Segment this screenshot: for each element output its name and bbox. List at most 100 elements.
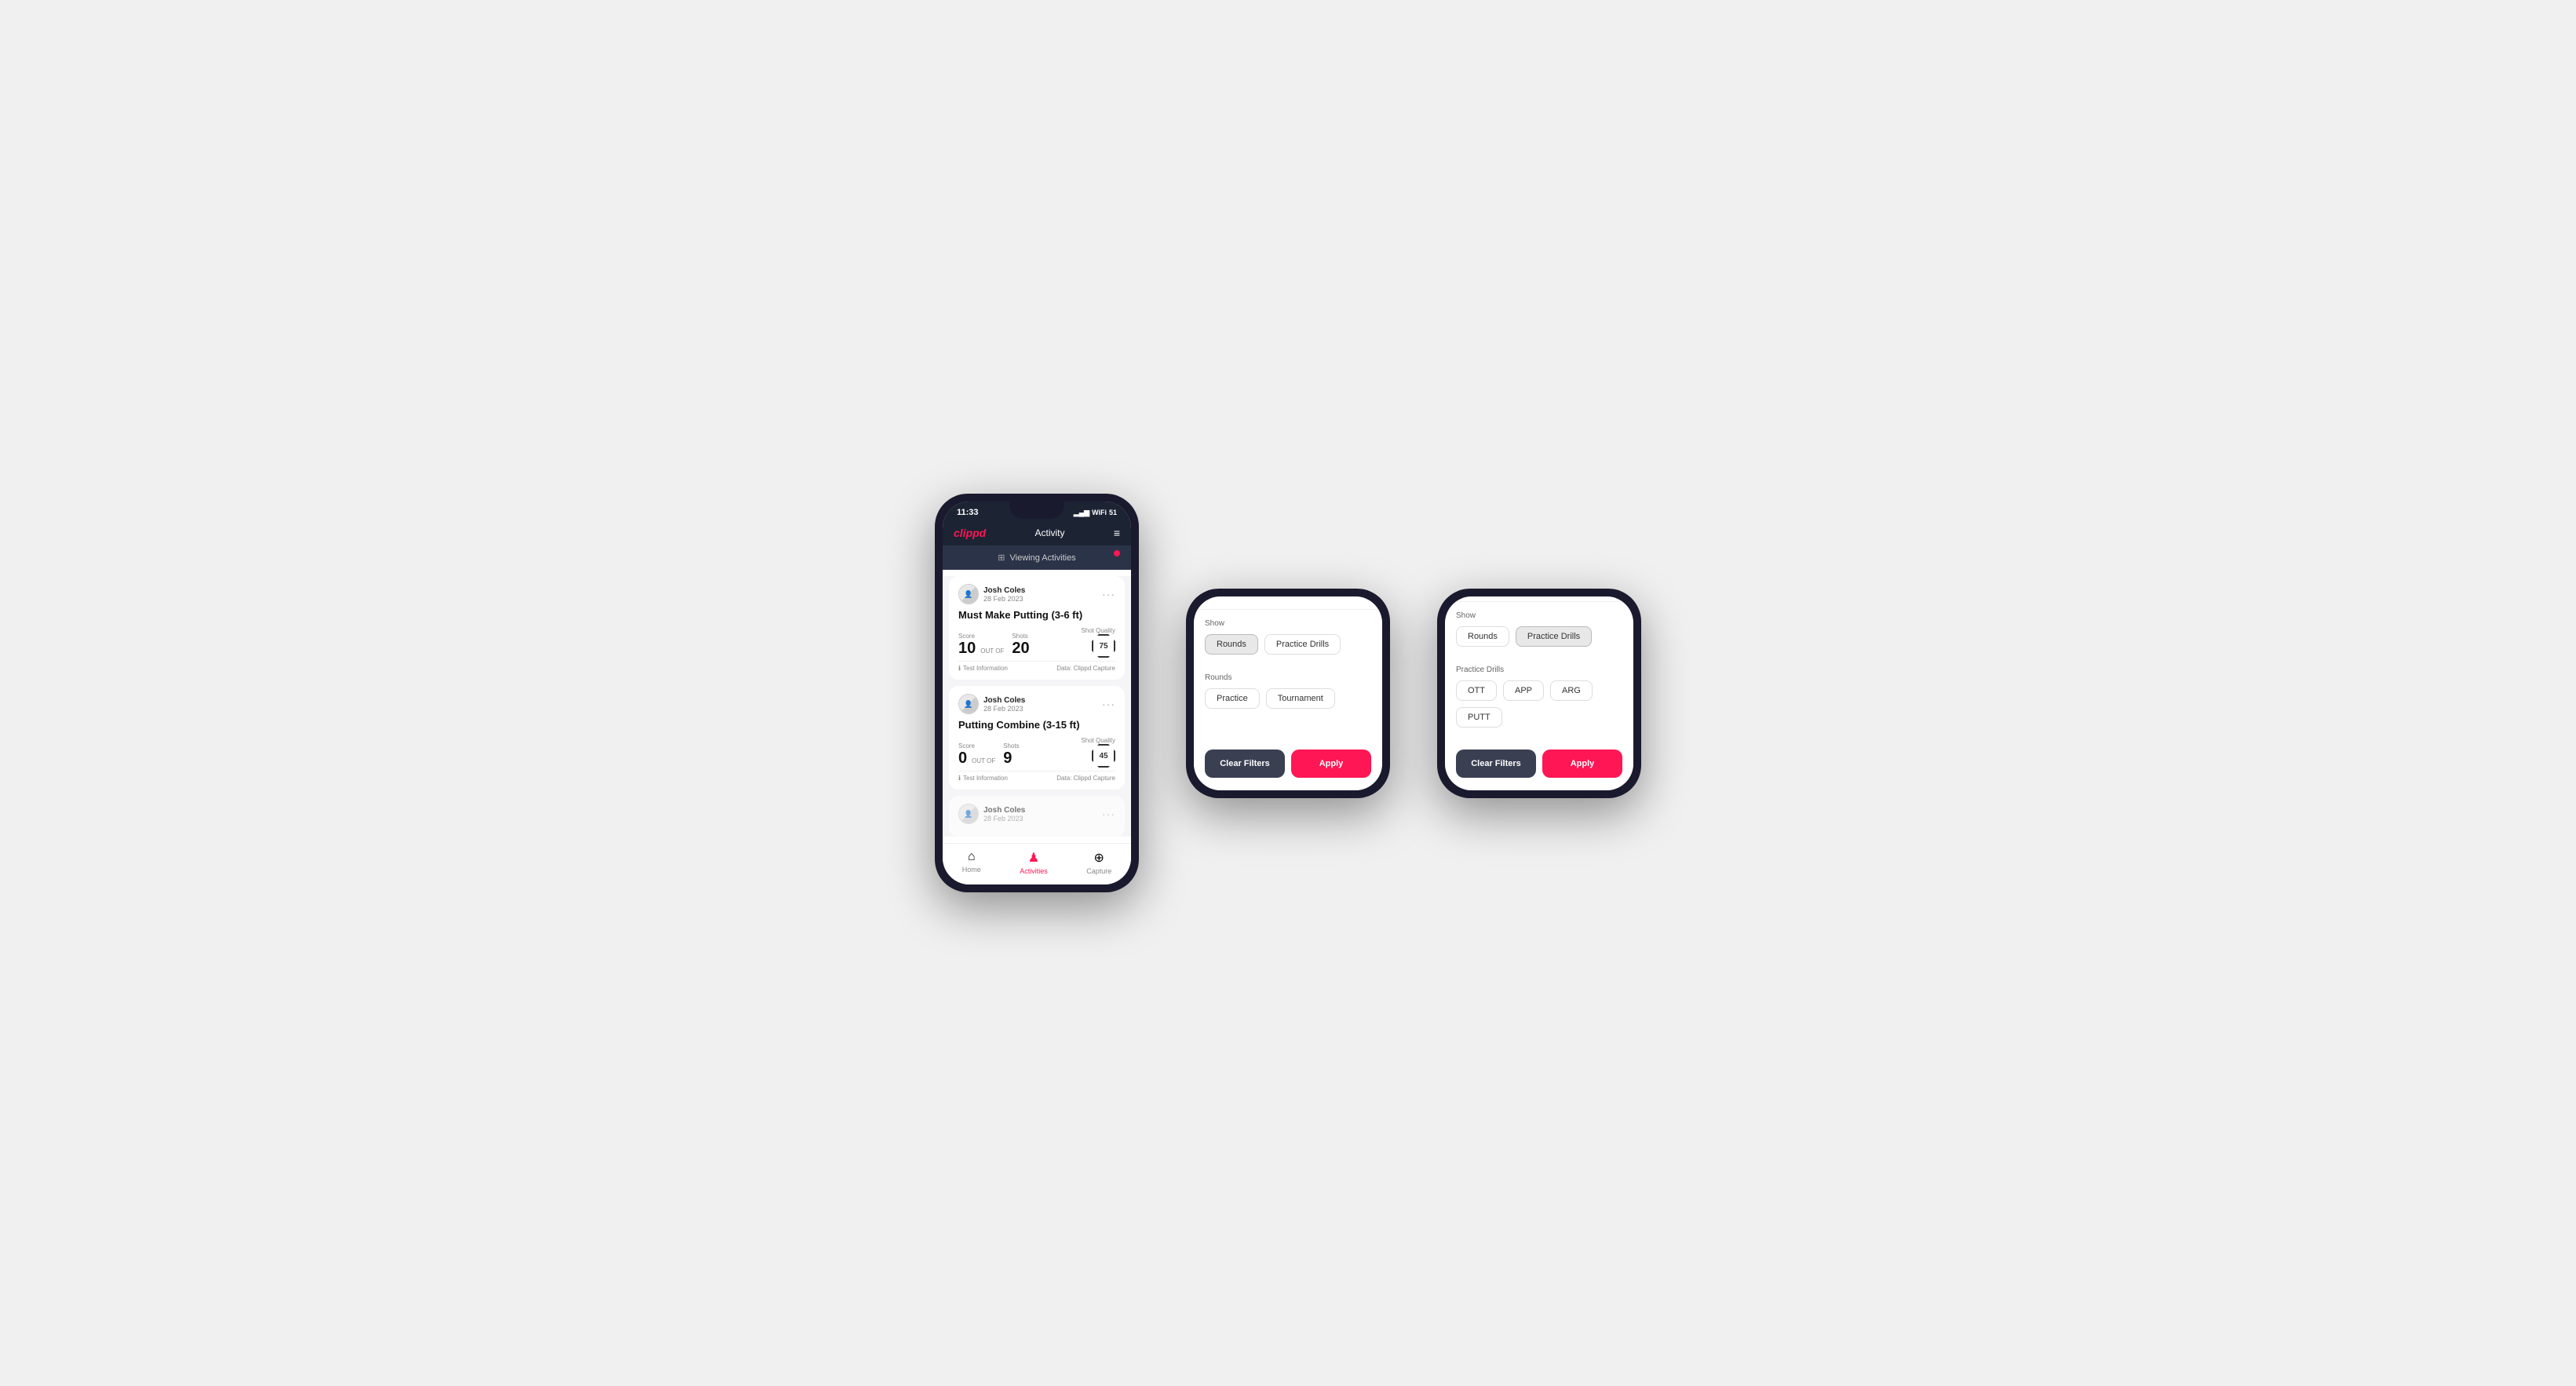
close-filter-2[interactable]: ✕ <box>1361 596 1371 601</box>
putt-btn-3[interactable]: PUTT <box>1456 707 1502 728</box>
wifi-icon-1: WiFi <box>1092 509 1107 516</box>
nav-home-1[interactable]: ⌂ Home <box>962 850 981 875</box>
notch-1 <box>1009 502 1064 519</box>
more-options-3[interactable]: ··· <box>1102 808 1115 820</box>
logo-1: clippd <box>954 527 986 539</box>
avatar-3: 👤 <box>958 804 979 824</box>
show-options-2: Rounds Practice Drills <box>1205 634 1371 655</box>
user-name-2: Josh Coles <box>983 696 1025 705</box>
capture-label-1: Capture <box>1086 867 1111 875</box>
drills-section-3: Practice Drills OTT APP ARG PUTT <box>1445 656 1633 737</box>
score-values-1: 10 OUT OF <box>958 640 1005 658</box>
score-value-2: 0 <box>958 750 967 768</box>
drills-options-3: OTT APP ARG PUTT <box>1456 680 1622 728</box>
user-info-2: 👤 Josh Coles 28 Feb 2023 <box>958 694 1025 714</box>
activity-title-1: Must Make Putting (3-6 ft) <box>958 609 1115 621</box>
activity-card-2: 👤 Josh Coles 28 Feb 2023 ··· Putting Com… <box>949 686 1125 790</box>
viewing-text-1: Viewing Activities <box>1010 553 1076 563</box>
shots-label-2: Shots <box>1003 742 1019 750</box>
clear-filters-btn-3[interactable]: Clear Filters <box>1456 750 1536 778</box>
sq-label-2: Shot Quality <box>1081 737 1115 744</box>
home-icon-1: ⌂ <box>968 850 976 864</box>
score-value-1: 10 <box>958 640 976 658</box>
score-label-1: Score <box>958 633 1005 640</box>
home-label-1: Home <box>962 866 981 874</box>
card-header-1: 👤 Josh Coles 28 Feb 2023 ··· <box>958 584 1115 604</box>
user-details-1: Josh Coles 28 Feb 2023 <box>983 586 1025 603</box>
apply-btn-3[interactable]: Apply <box>1542 750 1622 778</box>
data-source-1: Data: Clippd Capture <box>1056 665 1115 672</box>
filter-icon-1: ⊞ <box>998 553 1005 563</box>
ott-btn-3[interactable]: OTT <box>1456 680 1497 701</box>
shots-value-2: 9 <box>1003 750 1019 768</box>
user-name-1: Josh Coles <box>983 586 1025 595</box>
user-info-1: 👤 Josh Coles 28 Feb 2023 <box>958 584 1025 604</box>
clear-filters-btn-2[interactable]: Clear Filters <box>1205 750 1285 778</box>
show-label-3: Show <box>1456 611 1622 620</box>
card-header-2: 👤 Josh Coles 28 Feb 2023 ··· <box>958 694 1115 714</box>
show-options-3: Rounds Practice Drills <box>1456 626 1622 647</box>
more-options-2[interactable]: ··· <box>1102 698 1115 710</box>
show-section-3: Show Rounds Practice Drills <box>1445 602 1633 656</box>
status-icons-1: ▂▄▆ WiFi 51 <box>1074 509 1117 517</box>
capture-icon-1: ⊕ <box>1094 850 1104 866</box>
sq-group-1: Shot Quality 75 <box>1081 627 1115 658</box>
nav-title-1: Activity <box>1035 527 1065 538</box>
app-btn-3[interactable]: APP <box>1503 680 1544 701</box>
user-date-1: 28 Feb 2023 <box>983 595 1025 603</box>
user-name-3: Josh Coles <box>983 806 1025 815</box>
sq-label-1: Shot Quality <box>1081 627 1115 634</box>
show-rounds-btn-2[interactable]: Rounds <box>1205 634 1258 655</box>
signal-icon-1: ▂▄▆ <box>1074 509 1089 517</box>
phone-1-screen: 11:33 ▂▄▆ WiFi 51 clippd Activity ≡ ⊞ Vi… <box>943 502 1131 884</box>
drills-label-3: Practice Drills <box>1456 666 1622 674</box>
card-footer-1: ℹ Test Information Data: Clippd Capture <box>958 661 1115 672</box>
top-nav-1: clippd Activity ≡ <box>943 520 1131 545</box>
activity-card-1: 👤 Josh Coles 28 Feb 2023 ··· Must Make P… <box>949 576 1125 680</box>
filter-header-3: Filter ✕ <box>1445 596 1633 602</box>
shots-label-1: Shots <box>1012 633 1029 640</box>
viewing-bar-1[interactable]: ⊞ Viewing Activities <box>943 545 1131 570</box>
card-info-2: ℹ Test Information <box>958 775 1008 782</box>
score-group-2: Score 0 OUT OF <box>958 742 997 768</box>
out-of-1: OUT OF <box>980 647 1004 655</box>
nav-activities-1[interactable]: ♟ Activities <box>1020 850 1048 875</box>
menu-icon-1[interactable]: ≡ <box>1114 527 1120 539</box>
info-icon-2: ℹ <box>958 775 961 782</box>
practice-btn-2[interactable]: Practice <box>1205 688 1260 709</box>
user-info-3: 👤 Josh Coles 28 Feb 2023 <box>958 804 1025 824</box>
out-of-2: OUT OF <box>972 757 995 764</box>
filter-sheet-2: Filter ✕ Show Rounds Practice Drills Rou… <box>1194 596 1382 790</box>
activity-card-3: 👤 Josh Coles 28 Feb 2023 ··· <box>949 796 1125 837</box>
filter-title-2: Filter <box>1205 596 1234 600</box>
filter-header-2: Filter ✕ <box>1194 596 1382 610</box>
rounds-section-2: Rounds Practice Tournament <box>1194 664 1382 718</box>
show-drills-btn-3[interactable]: Practice Drills <box>1516 626 1592 647</box>
tournament-btn-2[interactable]: Tournament <box>1266 688 1335 709</box>
avatar-2: 👤 <box>958 694 979 714</box>
shots-value-1: 20 <box>1012 640 1029 658</box>
show-label-2: Show <box>1205 619 1371 628</box>
score-label-2: Score <box>958 742 997 750</box>
activities-label-1: Activities <box>1020 867 1048 875</box>
sq-badge-1: 75 <box>1092 634 1115 658</box>
filter-actions-3: Clear Filters Apply <box>1445 750 1633 778</box>
rounds-options-2: Practice Tournament <box>1205 688 1371 709</box>
user-date-3: 28 Feb 2023 <box>983 815 1025 822</box>
user-details-3: Josh Coles 28 Feb 2023 <box>983 806 1025 822</box>
nav-capture-1[interactable]: ⊕ Capture <box>1086 850 1111 875</box>
phone-2: 11:33 ▂▄▆ WiFi 51 clippd Activity ≡ ⊞ Vi… <box>1186 589 1390 798</box>
phone-2-screen: 11:33 ▂▄▆ WiFi 51 clippd Activity ≡ ⊞ Vi… <box>1194 596 1382 790</box>
arg-btn-3[interactable]: ARG <box>1550 680 1593 701</box>
show-rounds-btn-3[interactable]: Rounds <box>1456 626 1509 647</box>
show-drills-btn-2[interactable]: Practice Drills <box>1264 634 1341 655</box>
sq-badge-2: 45 <box>1092 744 1115 768</box>
more-options-1[interactable]: ··· <box>1102 588 1115 600</box>
card-header-3: 👤 Josh Coles 28 Feb 2023 ··· <box>958 804 1115 824</box>
filter-sheet-3: Filter ✕ Show Rounds Practice Drills Pra… <box>1445 596 1633 790</box>
scene: 11:33 ▂▄▆ WiFi 51 clippd Activity ≡ ⊞ Vi… <box>888 447 1688 939</box>
show-section-2: Show Rounds Practice Drills <box>1194 610 1382 664</box>
apply-btn-2[interactable]: Apply <box>1291 750 1371 778</box>
shots-group-1: Shots 20 <box>1012 633 1029 658</box>
rounds-label-2: Rounds <box>1205 673 1371 682</box>
